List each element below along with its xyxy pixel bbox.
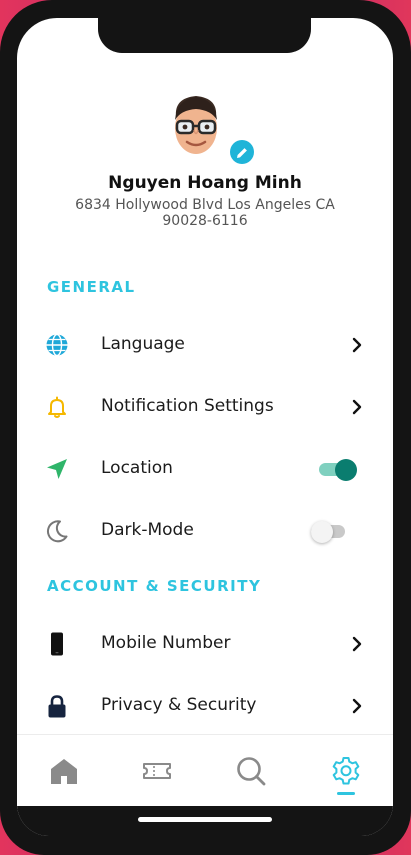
profile-address: 6834 Hollywood Blvd Los Angeles CA 90028… <box>75 197 335 229</box>
setting-label-privacy-security: Privacy & Security <box>101 695 257 715</box>
dark-mode-toggle[interactable] <box>311 521 345 543</box>
lock-icon <box>45 694 69 718</box>
home-indicator-area <box>17 806 393 836</box>
setting-row-privacy-security[interactable]: Privacy & Security <box>17 684 393 728</box>
pencil-icon <box>235 145 249 159</box>
settings-screen: Nguyen Hoang Minh 6834 Hollywood Blvd Lo… <box>17 18 393 836</box>
search-icon[interactable] <box>235 755 267 787</box>
chevron-right-icon <box>348 697 366 715</box>
location-toggle[interactable] <box>319 459 357 481</box>
globe-icon <box>45 333 69 357</box>
active-tab-indicator <box>337 792 355 795</box>
toggle-knob <box>311 521 333 543</box>
ticket-icon[interactable] <box>141 755 173 787</box>
setting-row-mobile-number[interactable]: Mobile Number <box>17 622 393 666</box>
section-title-account-security: ACCOUNT & SECURITY <box>47 577 262 595</box>
bottom-tab-bar <box>17 734 393 807</box>
setting-label-language: Language <box>101 334 185 354</box>
setting-row-location: Location <box>17 447 393 491</box>
edit-profile-button[interactable] <box>230 140 254 164</box>
setting-label-dark-mode: Dark-Mode <box>101 520 194 540</box>
profile-name: Nguyen Hoang Minh <box>108 173 302 193</box>
avatar[interactable] <box>167 90 225 162</box>
device-notch <box>98 18 311 53</box>
setting-row-dark-mode: Dark-Mode <box>17 509 393 553</box>
setting-label-notifications: Notification Settings <box>101 396 274 416</box>
setting-label-mobile-number: Mobile Number <box>101 633 231 653</box>
home-icon[interactable] <box>48 755 80 787</box>
chevron-right-icon <box>348 336 366 354</box>
chevron-right-icon <box>348 398 366 416</box>
section-title-general: GENERAL <box>47 278 136 296</box>
chevron-right-icon <box>348 635 366 653</box>
home-indicator[interactable] <box>138 817 272 822</box>
setting-row-notifications[interactable]: Notification Settings <box>17 385 393 429</box>
navigation-arrow-icon <box>45 457 69 481</box>
phone-icon <box>45 632 69 656</box>
setting-row-language[interactable]: Language <box>17 323 393 367</box>
bell-icon <box>45 395 69 419</box>
settings-icon[interactable] <box>330 755 362 787</box>
setting-label-location: Location <box>101 458 173 478</box>
moon-icon <box>45 519 69 543</box>
phone-frame: Nguyen Hoang Minh 6834 Hollywood Blvd Lo… <box>0 0 411 855</box>
toggle-knob <box>335 459 357 481</box>
